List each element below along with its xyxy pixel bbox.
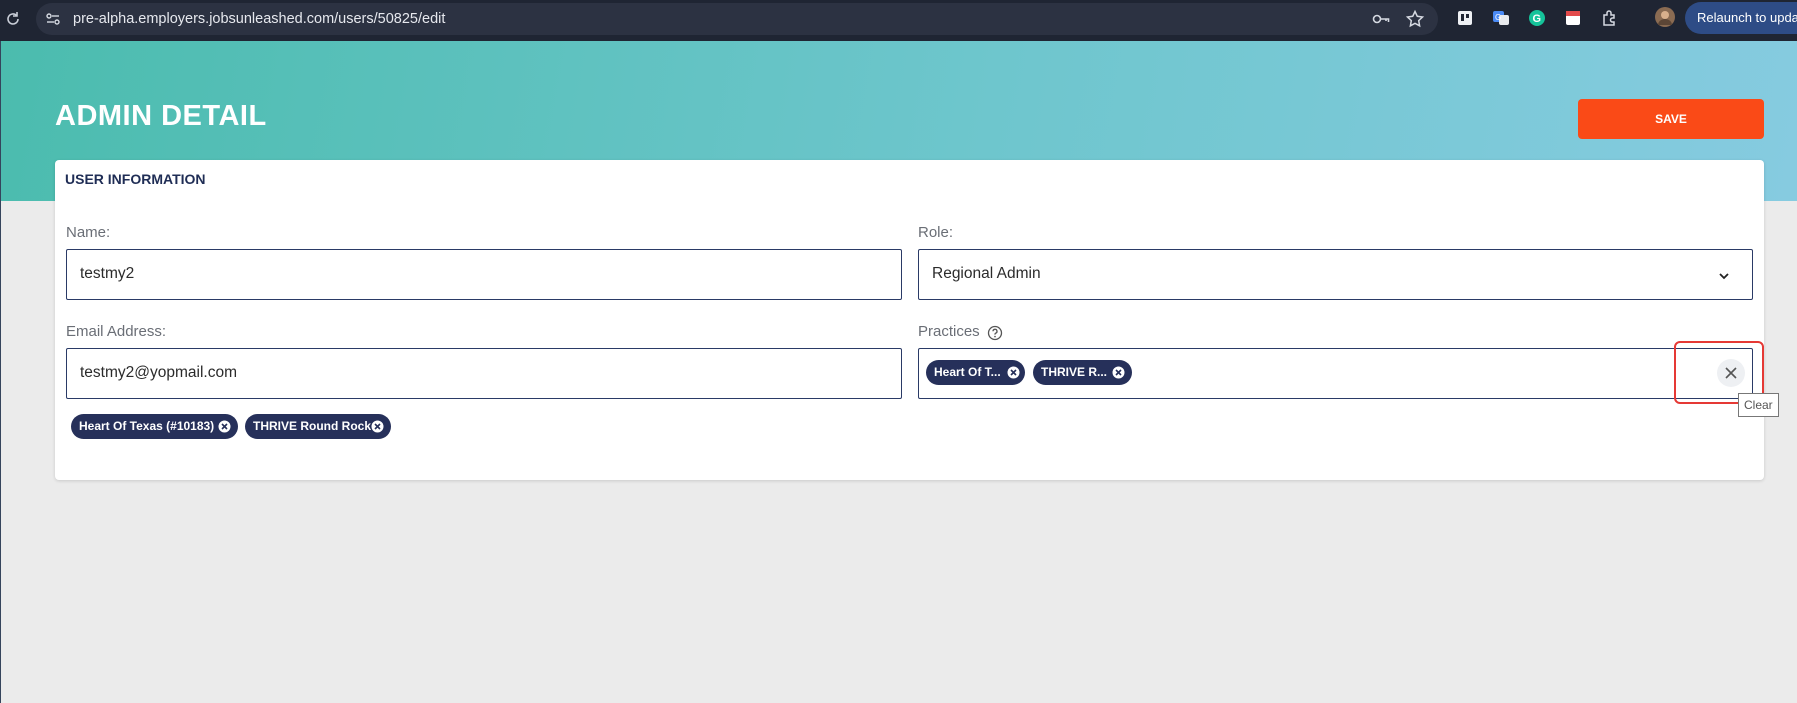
role-label: Role: xyxy=(918,224,954,241)
extensions-puzzle-icon[interactable] xyxy=(1600,8,1620,28)
translate-extension-icon[interactable]: G xyxy=(1491,8,1511,28)
page-title: ADMIN DETAIL xyxy=(55,100,267,132)
chevron-down-icon xyxy=(1719,273,1729,280)
role-select[interactable]: Regional Admin xyxy=(918,249,1753,300)
extension-icon[interactable] xyxy=(1455,8,1475,28)
practice-chip: THRIVE Round Rock xyxy=(245,414,391,439)
practice-chip-label: THRIVE Round Rock xyxy=(253,419,372,433)
practices-field-chip: THRIVE R... xyxy=(1033,360,1132,385)
password-key-icon[interactable] xyxy=(1371,9,1391,29)
chip-remove-icon[interactable] xyxy=(370,419,385,434)
svg-text:G: G xyxy=(1495,13,1501,22)
user-information-card: USER INFORMATION Name: testmy2 Role: Reg… xyxy=(55,160,1764,480)
chip-remove-icon[interactable] xyxy=(1111,365,1126,380)
name-label: Name: xyxy=(66,224,111,241)
practices-field-chip: Heart Of T... xyxy=(926,360,1025,385)
bookmark-star-icon[interactable] xyxy=(1405,9,1425,29)
name-value: testmy2 xyxy=(80,265,135,282)
card-title: USER INFORMATION xyxy=(65,171,206,187)
save-button[interactable]: SAVE xyxy=(1578,99,1764,139)
name-input[interactable]: testmy2 xyxy=(66,249,902,300)
practices-field-chip-label: THRIVE R... xyxy=(1041,365,1108,379)
email-label: Email Address: xyxy=(66,323,167,340)
page-left-edge xyxy=(0,41,1,703)
browser-toolbar: pre-alpha.employers.jobsunleashed.com/us… xyxy=(0,0,1797,41)
practices-field-chip-label: Heart Of T... xyxy=(934,365,1001,379)
profile-avatar-icon[interactable] xyxy=(1654,6,1676,28)
practice-chip: Heart Of Texas (#10183) xyxy=(71,414,238,439)
grammarly-icon[interactable]: G xyxy=(1527,8,1547,28)
url-text[interactable]: pre-alpha.employers.jobsunleashed.com/us… xyxy=(73,11,445,27)
practices-label: Practices xyxy=(918,323,980,340)
svg-text:G: G xyxy=(1533,13,1542,25)
clear-tooltip: Clear xyxy=(1738,393,1779,417)
address-bar[interactable]: pre-alpha.employers.jobsunleashed.com/us… xyxy=(36,3,1438,35)
email-input[interactable]: testmy2@yopmail.com xyxy=(66,348,902,399)
calendar-extension-icon[interactable] xyxy=(1563,8,1583,28)
reload-icon[interactable] xyxy=(3,9,23,29)
help-circle-icon[interactable] xyxy=(987,325,1003,341)
chip-remove-icon[interactable] xyxy=(217,419,232,434)
practice-chip-label: Heart Of Texas (#10183) xyxy=(79,419,215,433)
email-value: testmy2@yopmail.com xyxy=(80,364,237,381)
role-value: Regional Admin xyxy=(932,265,1041,282)
chip-remove-icon[interactable] xyxy=(1006,365,1021,380)
site-settings-icon[interactable] xyxy=(44,10,62,28)
relaunch-button[interactable]: Relaunch to update xyxy=(1685,2,1797,34)
